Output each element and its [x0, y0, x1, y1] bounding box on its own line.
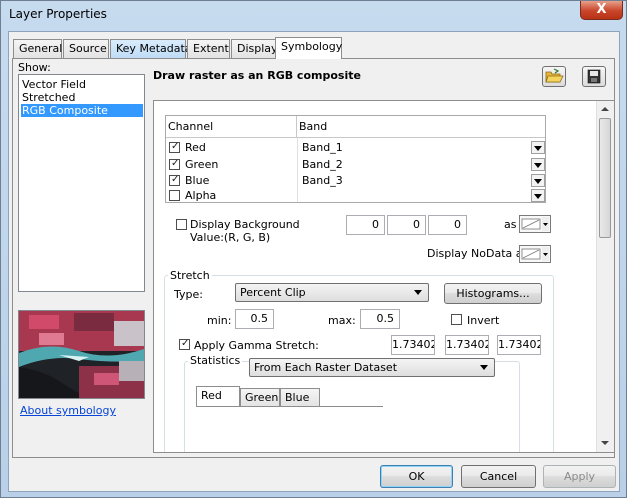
color-swatch-icon — [521, 247, 549, 261]
invert-checkbox[interactable] — [451, 314, 462, 325]
ok-button[interactable]: OK — [380, 465, 453, 488]
band-header: Band — [297, 116, 545, 138]
check-mark-icon: ✓ — [171, 141, 180, 152]
chevron-down-icon — [534, 146, 542, 151]
chevron-down-icon — [534, 179, 542, 184]
statistics-value: From Each Raster Dataset — [254, 361, 398, 374]
save-disk-icon — [587, 69, 601, 84]
satellite-preview-icon — [19, 311, 144, 398]
close-button[interactable]: X — [580, 1, 623, 20]
channel-label-green: Green — [185, 158, 219, 171]
check-mark-icon: ✓ — [181, 338, 190, 349]
channel-band-grid: Channel Band ✓ Red Band_1 ✓ Green Band_2 — [165, 115, 546, 203]
stats-tab-red[interactable]: Red — [196, 386, 240, 407]
background-symbol-picker[interactable] — [519, 215, 551, 233]
tab-extent[interactable]: Extent — [187, 39, 230, 58]
min-input[interactable]: 0.5 — [235, 309, 274, 329]
channel-label-alpha: Alpha — [185, 189, 217, 202]
band-value-green: Band_2 — [302, 158, 343, 171]
band-value-red: Band_1 — [302, 141, 343, 154]
stretch-type-select[interactable]: Percent Clip — [235, 283, 429, 302]
stretch-type-value: Percent Clip — [240, 286, 306, 299]
layer-properties-window: Layer Properties X General Source Key Me… — [0, 0, 627, 498]
open-layer-file-button[interactable] — [542, 66, 566, 87]
save-layer-file-button[interactable] — [582, 66, 606, 87]
channel-header: Channel — [166, 116, 297, 138]
green-channel-checkbox[interactable]: ✓ — [169, 158, 180, 170]
about-symbology-link[interactable]: About symbology — [20, 404, 116, 417]
show-label: Show: — [18, 61, 51, 74]
statistics-group-label: Statistics — [188, 354, 243, 367]
check-mark-icon: ✓ — [171, 158, 180, 169]
display-background-checkbox[interactable] — [176, 219, 187, 230]
chevron-down-icon — [414, 290, 422, 295]
min-label: min: — [207, 314, 232, 327]
chevron-down-icon — [534, 163, 542, 168]
chevron-down-icon — [534, 194, 542, 199]
cancel-button[interactable]: Cancel — [461, 465, 536, 488]
symbology-panel: Show: Vector Field Stretched RGB Composi… — [12, 58, 615, 458]
invert-label: Invert — [467, 314, 500, 327]
channel-row-alpha: Alpha — [166, 188, 545, 204]
band-dropdown-green[interactable] — [531, 158, 545, 171]
display-nodata-label: Display NoData as — [427, 247, 529, 260]
stats-tab-blue[interactable]: Blue — [280, 388, 320, 407]
stats-tab-green[interactable]: Green — [240, 388, 280, 407]
background-b-input[interactable]: 0 — [428, 215, 467, 235]
symbology-preview-image — [18, 310, 145, 399]
gamma-green-input[interactable]: 1.73402 — [445, 335, 489, 355]
check-mark-icon: ✓ — [171, 174, 180, 185]
display-background-label: Display Background Value:(R, G, B) — [190, 218, 300, 244]
tab-display[interactable]: Display — [231, 39, 278, 58]
band-value-blue: Band_3 — [302, 174, 343, 187]
dialog-client: General Source Key Metadata Extent Displ… — [8, 31, 620, 492]
channel-row-blue: ✓ Blue Band_3 — [166, 173, 545, 189]
folder-open-icon — [545, 68, 564, 83]
max-label: max: — [328, 314, 356, 327]
nodata-symbol-picker[interactable] — [519, 245, 551, 263]
stretch-group-label: Stretch — [168, 269, 212, 282]
scroll-down-icon[interactable] — [601, 441, 609, 445]
stretch-type-label: Type: — [174, 288, 203, 301]
background-as-label: as — [504, 218, 517, 231]
tab-symbology[interactable]: Symbology — [275, 37, 342, 59]
show-item-stretched[interactable]: Stretched — [21, 91, 143, 104]
histograms-button[interactable]: Histograms... — [444, 283, 542, 304]
max-input[interactable]: 0.5 — [360, 309, 400, 329]
vertical-scrollbar[interactable] — [596, 101, 614, 452]
channel-row-red: ✓ Red Band_1 — [166, 140, 545, 156]
channel-label-blue: Blue — [185, 174, 210, 187]
stats-tab-border — [196, 406, 383, 407]
window-title: Layer Properties — [9, 7, 107, 21]
chevron-down-icon — [480, 365, 488, 370]
apply-gamma-checkbox[interactable]: ✓ — [179, 338, 190, 350]
band-dropdown-blue[interactable] — [531, 174, 545, 187]
red-channel-checkbox[interactable]: ✓ — [169, 141, 180, 153]
color-swatch-icon — [521, 217, 549, 231]
apply-gamma-label: Apply Gamma Stretch: — [194, 339, 319, 352]
tab-key-metadata[interactable]: Key Metadata — [110, 39, 192, 58]
gamma-red-input[interactable]: 1.73402 — [391, 335, 435, 355]
apply-button[interactable]: Apply — [543, 465, 616, 488]
background-g-input[interactable]: 0 — [387, 215, 426, 235]
gamma-blue-input[interactable]: 1.73402 — [497, 335, 541, 355]
band-dropdown-red[interactable] — [531, 141, 545, 154]
channel-row-green: ✓ Green Band_2 — [166, 157, 545, 173]
show-item-rgb-composite[interactable]: RGB Composite — [21, 104, 143, 117]
channel-label-red: Red — [185, 141, 206, 154]
alpha-channel-checkbox[interactable] — [169, 190, 180, 201]
band-dropdown-alpha[interactable] — [531, 189, 545, 202]
scroll-up-icon[interactable] — [601, 107, 609, 111]
tab-general[interactable]: General — [13, 39, 62, 58]
blue-channel-checkbox[interactable]: ✓ — [169, 174, 180, 186]
statistics-select[interactable]: From Each Raster Dataset — [249, 358, 495, 377]
show-list[interactable]: Vector Field Stretched RGB Composite — [18, 74, 145, 292]
scroll-thumb[interactable] — [599, 118, 611, 238]
background-r-input[interactable]: 0 — [346, 215, 385, 235]
show-item-vector-field[interactable]: Vector Field — [21, 78, 143, 91]
symbology-settings-scroll[interactable]: Channel Band ✓ Red Band_1 ✓ Green Band_2 — [153, 100, 615, 453]
tab-source[interactable]: Source — [63, 39, 109, 58]
title-bar[interactable]: Layer Properties X — [1, 1, 627, 29]
symbology-heading: Draw raster as an RGB composite — [153, 69, 361, 82]
